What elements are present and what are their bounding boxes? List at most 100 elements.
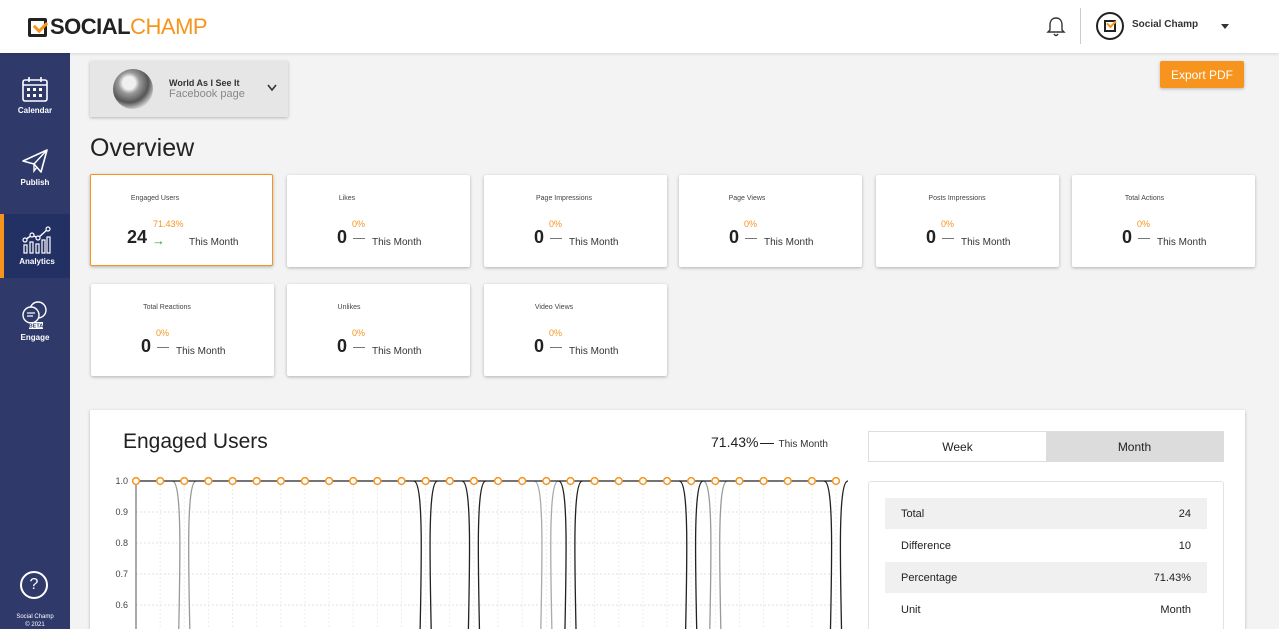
y-tick-label: 0.6 xyxy=(115,600,128,610)
stat-row-unit: Unit Month xyxy=(885,594,1207,625)
series-dip xyxy=(429,480,438,629)
user-name[interactable]: Social Champ xyxy=(1132,19,1198,30)
sidebar-item-label: Analytics xyxy=(19,257,55,266)
series-dip xyxy=(694,480,704,629)
metric-card-page-impressions[interactable]: Page Impressions 0% 0 This Month xyxy=(484,175,667,267)
data-point xyxy=(180,476,189,486)
metric-period: This Month xyxy=(372,346,422,357)
beta-badge: BETA xyxy=(29,324,44,330)
series-dip xyxy=(477,480,487,629)
data-point xyxy=(662,476,672,486)
engaged-users-panel: Engaged Users 71.43% This Month 1.0 0.9 0.8… xyxy=(90,410,1245,629)
page-avatar xyxy=(113,69,153,109)
data-point xyxy=(614,476,623,486)
page-type: Facebook page xyxy=(169,88,245,100)
metric-title: Likes xyxy=(338,195,356,202)
metric-card-unlikes[interactable]: Unlikes 0% 0 This Month xyxy=(287,284,470,376)
metric-card-total-actions[interactable]: Total Actions 0% 0 This Month xyxy=(1072,175,1255,267)
trend-flat-icon xyxy=(745,238,757,239)
sidebar-footer: Social Champ © 2021 xyxy=(0,613,70,629)
series-dip xyxy=(839,480,849,629)
data-point xyxy=(204,476,213,486)
metric-card-posts-impressions[interactable]: Posts Impressions 0% 0 This Month xyxy=(876,175,1059,267)
stat-label: Difference xyxy=(901,539,951,552)
month-toggle-button[interactable]: Month xyxy=(1046,432,1223,461)
stat-row-difference: Difference 10 xyxy=(885,530,1207,561)
metric-title: Total Actions xyxy=(1124,195,1165,202)
series-dip xyxy=(558,480,567,629)
metric-period: This Month xyxy=(764,237,814,248)
data-point xyxy=(228,476,237,486)
data-point xyxy=(397,476,406,486)
data-point xyxy=(300,476,310,486)
metric-percentage: 0% xyxy=(549,219,563,229)
range-toggle: Week Month xyxy=(868,431,1224,462)
calendar-icon xyxy=(22,77,48,102)
data-point xyxy=(324,476,334,486)
stat-label: Percentage xyxy=(901,571,958,584)
metric-value: 0 xyxy=(337,336,348,356)
export-pdf-button[interactable]: Export PDF xyxy=(1160,61,1244,88)
user-menu-caret-icon[interactable] xyxy=(1221,24,1229,29)
help-icon[interactable]: ? xyxy=(20,571,48,599)
y-tick-label: 0.8 xyxy=(115,538,128,548)
metric-title: Total Reactions xyxy=(143,304,191,311)
data-point xyxy=(711,476,720,486)
metric-card-video-views[interactable]: Video Views 0% 0 This Month xyxy=(484,284,667,376)
metric-card-page-views[interactable]: Page Views 0% 0 This Month xyxy=(679,175,862,267)
data-point xyxy=(469,476,479,486)
metric-title: Page Views xyxy=(728,195,766,202)
metric-value: 0 xyxy=(534,227,545,247)
data-point xyxy=(759,476,768,486)
data-point xyxy=(807,476,817,486)
data-point xyxy=(518,476,527,486)
chevron-down-icon xyxy=(267,84,277,92)
series-dip xyxy=(823,480,833,629)
engaged-users-line-chart: 1.0 0.9 0.8 0.7 0.6 xyxy=(115,476,849,629)
metric-value: 0 xyxy=(926,227,937,247)
sidebar-item-engage[interactable]: BETA Engage xyxy=(0,289,70,353)
trend-flat-icon xyxy=(353,238,365,239)
footer-brand: Social Champ xyxy=(16,614,54,620)
stat-value: 71.43% xyxy=(1153,571,1191,584)
sidebar-item-calendar[interactable]: Calendar xyxy=(0,63,70,127)
y-tick-label: 0.9 xyxy=(115,507,128,517)
analytics-icon xyxy=(22,226,51,254)
logo-text-champ: CHAMP xyxy=(130,14,208,39)
metric-title: Video Views xyxy=(534,304,574,311)
metric-card-likes[interactable]: Likes 0% 0 This Month xyxy=(287,175,470,267)
metric-percentage: 0% xyxy=(549,328,563,338)
metric-period: This Month xyxy=(372,237,422,248)
metric-period: This Month xyxy=(176,346,226,357)
sidebar-item-analytics[interactable]: Analytics xyxy=(0,214,70,278)
paper-plane-icon xyxy=(22,149,48,174)
header-divider xyxy=(1080,8,1081,44)
trend-flat-icon xyxy=(353,347,365,348)
stat-value: Month xyxy=(1160,603,1191,616)
data-point xyxy=(590,476,599,486)
metric-period: This Month xyxy=(569,237,619,248)
page-name: World As I See It xyxy=(169,78,240,88)
footer-copyright: © 2021 xyxy=(25,622,45,628)
data-point xyxy=(638,476,648,486)
data-point xyxy=(831,476,841,486)
page-selector-dropdown[interactable]: World As I See It Facebook page xyxy=(90,61,288,117)
social-champ-logo[interactable]: SOCIAL CHAMP xyxy=(28,14,208,39)
data-point xyxy=(687,476,696,486)
sidebar-item-publish[interactable]: Publish xyxy=(0,135,70,199)
user-avatar[interactable] xyxy=(1096,12,1124,40)
metric-period: This Month xyxy=(189,237,239,248)
trend-flat-icon xyxy=(157,347,169,348)
data-point xyxy=(566,476,575,486)
metric-value: 0 xyxy=(534,336,545,356)
metric-card-total-reactions[interactable]: Total Reactions 0% 0 This Month xyxy=(91,284,274,376)
data-point xyxy=(493,476,503,486)
data-point xyxy=(155,476,165,486)
metric-value: 0 xyxy=(337,227,348,247)
data-point xyxy=(783,476,792,486)
week-toggle-button[interactable]: Week xyxy=(869,432,1046,461)
metric-period: This Month xyxy=(961,237,1011,248)
bell-icon[interactable] xyxy=(1046,16,1066,38)
series-dip xyxy=(550,480,559,629)
metric-card-engaged-users[interactable]: Engaged Users 71.43% 24 → This Month xyxy=(90,174,273,266)
